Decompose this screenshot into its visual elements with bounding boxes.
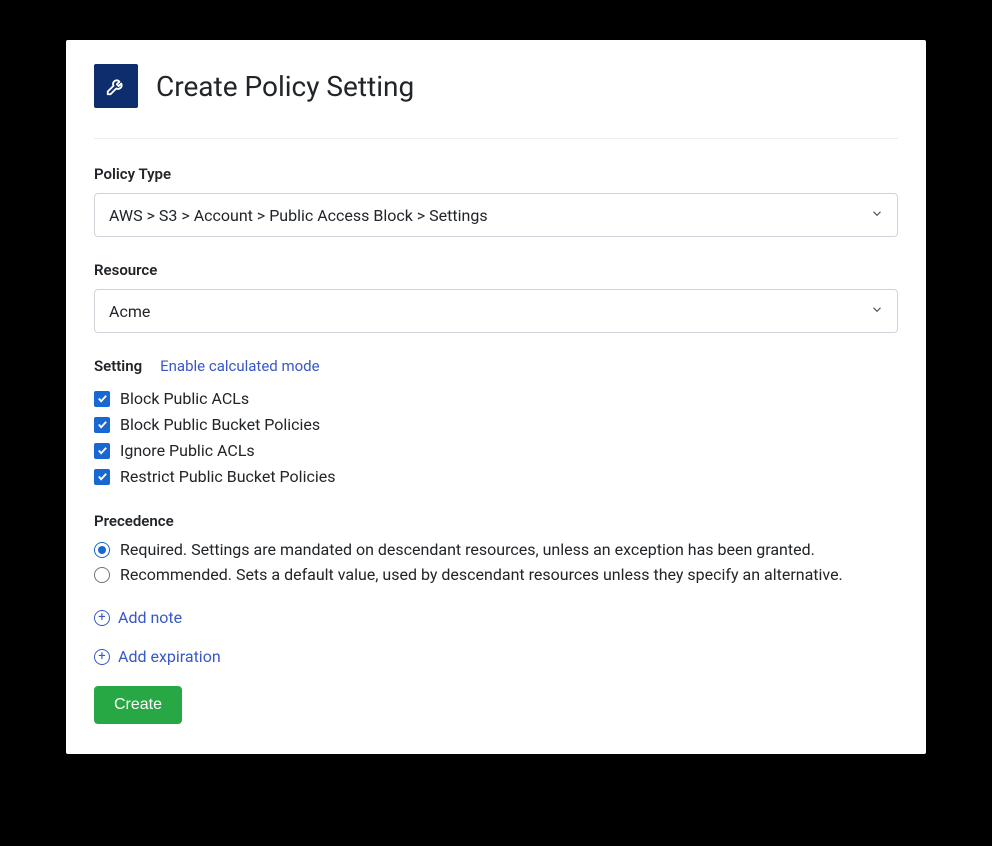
resource-field: Resource Acme (94, 261, 898, 333)
wrench-icon (94, 64, 138, 108)
create-button[interactable]: Create (94, 686, 182, 724)
radio-label: Recommended. Sets a default value, used … (120, 565, 843, 584)
add-expiration-label: Add expiration (118, 647, 221, 666)
option-ignore-public-acls: Ignore Public ACLs (94, 441, 898, 460)
option-block-public-acls: Block Public ACLs (94, 389, 898, 408)
option-block-public-bucket-policies: Block Public Bucket Policies (94, 415, 898, 434)
checkbox[interactable] (94, 469, 110, 485)
precedence-recommended: Recommended. Sets a default value, used … (94, 565, 898, 584)
resource-value: Acme (94, 289, 898, 333)
radio[interactable] (94, 542, 110, 558)
plus-circle-icon: + (94, 610, 110, 626)
policy-type-value: AWS > S3 > Account > Public Access Block… (94, 193, 898, 237)
resource-select[interactable]: Acme (94, 289, 898, 333)
page-title: Create Policy Setting (156, 70, 414, 103)
checkbox[interactable] (94, 443, 110, 459)
setting-header: Setting Enable calculated mode (94, 357, 898, 375)
plus-circle-icon: + (94, 649, 110, 665)
add-expiration-link[interactable]: + Add expiration (94, 647, 898, 666)
add-note-label: Add note (118, 608, 182, 627)
radio-label: Required. Settings are mandated on desce… (120, 540, 815, 559)
precedence-options: Required. Settings are mandated on desce… (94, 540, 898, 584)
checkbox[interactable] (94, 391, 110, 407)
option-restrict-public-bucket-policies: Restrict Public Bucket Policies (94, 467, 898, 486)
setting-options: Block Public ACLs Block Public Bucket Po… (94, 389, 898, 486)
option-label: Restrict Public Bucket Policies (120, 467, 335, 486)
option-label: Block Public ACLs (120, 389, 249, 408)
precedence-label: Precedence (94, 512, 898, 530)
policy-type-field: Policy Type AWS > S3 > Account > Public … (94, 165, 898, 237)
precedence-required: Required. Settings are mandated on desce… (94, 540, 898, 559)
enable-calc-mode-link[interactable]: Enable calculated mode (160, 357, 319, 375)
add-note-link[interactable]: + Add note (94, 608, 898, 627)
policy-type-select[interactable]: AWS > S3 > Account > Public Access Block… (94, 193, 898, 237)
setting-label: Setting (94, 357, 142, 375)
page-header: Create Policy Setting (94, 64, 898, 139)
policy-type-label: Policy Type (94, 165, 898, 183)
radio[interactable] (94, 567, 110, 583)
option-label: Block Public Bucket Policies (120, 415, 320, 434)
resource-label: Resource (94, 261, 898, 279)
checkbox[interactable] (94, 417, 110, 433)
create-policy-panel: Create Policy Setting Policy Type AWS > … (66, 40, 926, 754)
option-label: Ignore Public ACLs (120, 441, 255, 460)
